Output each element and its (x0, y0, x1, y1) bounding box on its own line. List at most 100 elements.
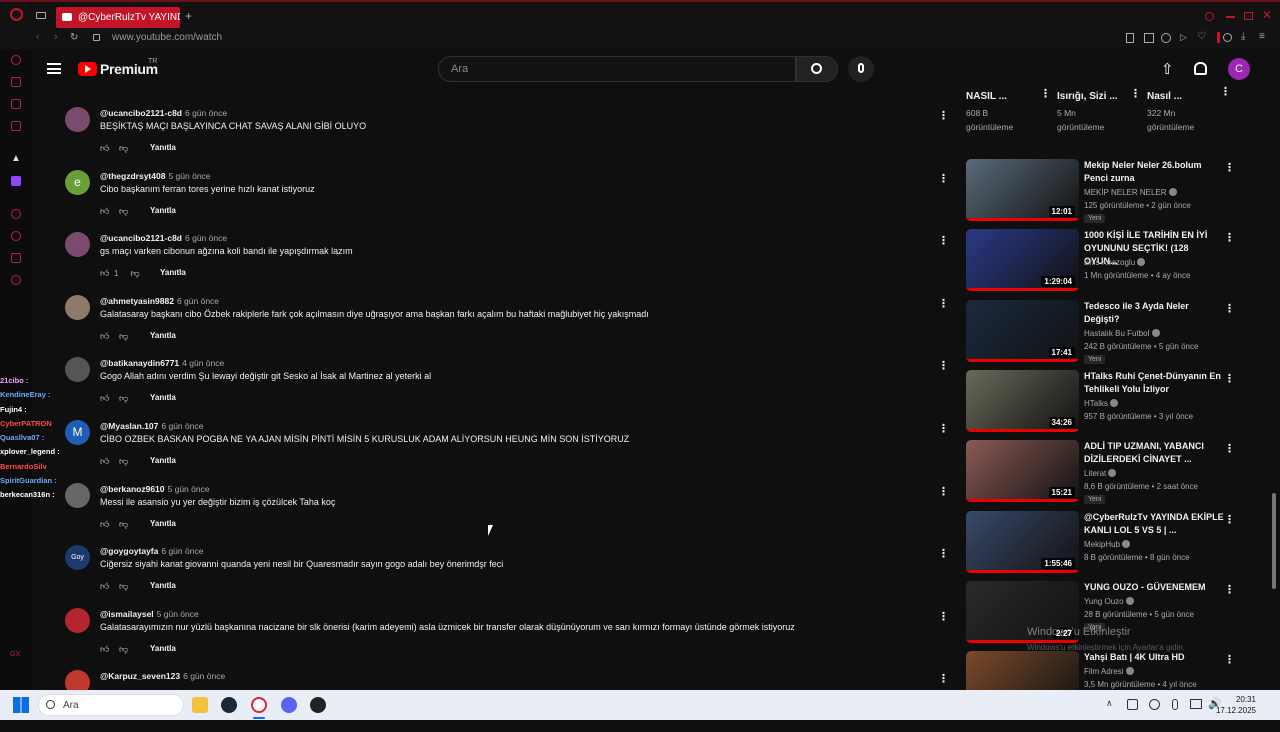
comment-author-name[interactable]: @batikanaydin6771 (100, 358, 179, 368)
short-title[interactable]: Nasıl ... (1147, 91, 1182, 102)
more-options-icon[interactable]: ⋮ (1224, 583, 1235, 596)
more-options-icon[interactable]: ⋮ (938, 422, 949, 435)
more-options-icon[interactable]: ⋮ (1224, 231, 1235, 244)
messenger-icon[interactable] (11, 99, 21, 109)
minimize-button[interactable] (1226, 16, 1235, 18)
comment-time[interactable]: 4 gün önce (182, 358, 224, 368)
channel-name[interactable]: MekipHub (1084, 539, 1131, 549)
reply-button[interactable]: Yanıtla (150, 393, 176, 402)
channel-name-text[interactable]: Film Adresi (1084, 667, 1124, 676)
tray-app-icon[interactable] (1127, 699, 1138, 710)
more-options-icon[interactable]: ⋮ (938, 172, 949, 185)
short-title[interactable]: Isırığı, Sizi ... (1057, 91, 1118, 102)
channel-name[interactable]: Hastalık Bu Futbol (1084, 328, 1160, 338)
channel-name[interactable]: Literat (1084, 469, 1117, 478)
reply-button[interactable]: Yanıtla (150, 331, 176, 340)
network-icon[interactable] (1149, 699, 1160, 710)
comment-author[interactable]: @Karpuz_seven123 6 gün önce (100, 671, 225, 681)
reply-button[interactable]: Yanıtla (150, 644, 176, 653)
comment-author-name[interactable]: @ismailaysel (100, 609, 154, 619)
taskbar-search-input[interactable]: Ara (38, 694, 184, 716)
video-thumbnail[interactable]: 12:01 (966, 159, 1079, 221)
settings-icon[interactable] (11, 275, 21, 285)
dislike-icon[interactable]: 👎︎ (119, 644, 129, 655)
menu-icon[interactable]: ≡ (1259, 31, 1265, 42)
wallet-icon[interactable] (11, 77, 21, 87)
file-explorer-icon[interactable] (192, 697, 208, 713)
dislike-icon[interactable]: 👎︎ (119, 331, 129, 342)
gx-corner-icon[interactable] (11, 121, 21, 131)
heart-icon[interactable]: ♡ (1197, 31, 1206, 42)
dislike-icon[interactable]: 👎︎ (119, 581, 129, 592)
video-title[interactable]: ADLİ TIP UZMANI, YABANCI DİZİLERDEKİ CİN… (1084, 440, 1224, 466)
more-options-icon[interactable]: ⋮ (1224, 653, 1235, 666)
clock[interactable]: 20:31 17.12.2025 (1216, 694, 1256, 716)
channel-name-text[interactable]: Enis Kirazoglu (1084, 258, 1135, 267)
commenter-avatar[interactable]: e (65, 169, 90, 195)
related-video-item[interactable]: 17:41 Tedesco ile 3 Ayda Neler Değişti? Ha… (966, 299, 1266, 364)
voice-search-button[interactable] (848, 56, 874, 82)
dislike-icon[interactable]: 👎︎ (130, 268, 140, 279)
more-options-icon[interactable]: ⋮ (1040, 87, 1051, 100)
comment-time[interactable]: 6 gün önce (161, 421, 203, 431)
play-circle-icon[interactable] (11, 209, 21, 219)
dislike-icon[interactable]: 👎︎ (119, 393, 129, 404)
reply-button[interactable]: Yanıtla (150, 456, 176, 465)
commenter-avatar[interactable] (65, 607, 90, 633)
reply-button[interactable]: Yanıtla (150, 581, 176, 590)
related-video-item[interactable]: 1:29:04 1000 KİŞİ İLE TARİHİN EN İYİ OYUN… (966, 229, 1266, 293)
comment-time[interactable]: 5 gün önce (168, 171, 210, 181)
comment-author[interactable]: @ismailaysel 5 gün önce (100, 609, 199, 619)
commenter-avatar[interactable] (65, 294, 90, 320)
comment-author-name[interactable]: @ahmetyasin9882 (100, 296, 174, 306)
aria-icon[interactable] (11, 55, 21, 65)
comment-time[interactable]: 5 gün önce (157, 609, 199, 619)
commenter-avatar[interactable]: M (65, 420, 90, 445)
comment-author[interactable]: @ucancibo2121-c8d 6 gün önce (100, 108, 227, 118)
channel-name[interactable]: Enis Kirazoglu (1084, 258, 1146, 267)
comment-time[interactable]: 6 gün önce (177, 296, 219, 306)
reply-button[interactable]: Yanıtla (160, 268, 186, 277)
comment-author-name[interactable]: @ucancibo2121-c8d (100, 233, 182, 243)
account-icon[interactable] (1223, 33, 1232, 42)
video-thumbnail[interactable]: 15:21 (966, 440, 1079, 503)
related-video-item[interactable]: 12:01 Mekip Neler Neler 26.bolum Penci zu… (966, 159, 1266, 223)
more-options-icon[interactable]: ⋮ (1220, 85, 1231, 98)
more-options-icon[interactable]: ⋮ (1224, 372, 1235, 385)
related-video-item[interactable]: 1:55:46 @CyberRulzTv YAYINDA EKİPLE KANLI… (966, 510, 1266, 575)
comment-author-name[interactable]: @berkanoz9610 (100, 484, 165, 494)
comment-author[interactable]: @batikanaydin6771 4 gün önce (100, 358, 224, 368)
channel-name-text[interactable]: Hastalık Bu Futbol (1084, 329, 1149, 338)
more-options-icon[interactable]: ⋮ (1224, 302, 1235, 315)
like-icon[interactable]: 👍︎ (100, 206, 110, 217)
video-title[interactable]: @CyberRulzTv YAYINDA EKİPLE KANLI LOL 5 … (1084, 511, 1224, 537)
dislike-icon[interactable]: 👎︎ (119, 206, 129, 217)
channel-name-text[interactable]: HTalks (1084, 399, 1108, 408)
comment-author[interactable]: @thegzdrsyt408 5 gün önce (100, 171, 211, 181)
microphone-icon[interactable] (1172, 699, 1178, 710)
opera-gx-icon[interactable] (251, 697, 267, 713)
search-button[interactable] (796, 56, 838, 82)
channel-name-text[interactable]: Yung Ouzo (1084, 597, 1124, 606)
video-thumbnail[interactable]: 1:55:46 (966, 510, 1079, 573)
bookmark-icon[interactable] (1126, 33, 1134, 43)
snapshot-icon[interactable] (1144, 33, 1154, 43)
video-title[interactable]: YUNG OUZO - GÜVENEMEM (1084, 581, 1224, 594)
comment-time[interactable]: 5 gün önce (168, 484, 210, 494)
more-options-icon[interactable]: ⋮ (1224, 442, 1235, 455)
extensions-sidebar-icon[interactable] (11, 253, 21, 263)
comment-author-name[interactable]: @ucancibo2121-c8d (100, 108, 182, 118)
discord-icon[interactable] (281, 697, 297, 713)
url-field[interactable]: www.youtube.com/watch (112, 32, 222, 43)
browser-tab-active[interactable]: @CyberRulzTv YAYINDA (56, 7, 180, 28)
more-options-icon[interactable]: ⋮ (938, 109, 949, 122)
new-tab-button[interactable]: + (185, 9, 192, 23)
comment-author[interactable]: @goygoytayfa 6 gün önce (100, 546, 203, 556)
twitch-icon[interactable] (11, 176, 21, 186)
comment-author[interactable]: @berkanoz9610 5 gün önce (100, 484, 210, 494)
media-icon[interactable] (1217, 32, 1220, 43)
comment-author-name[interactable]: @Karpuz_seven123 (100, 671, 180, 681)
commenter-avatar[interactable] (65, 482, 90, 508)
forward-icon[interactable]: › (54, 31, 58, 43)
like-icon[interactable]: 👍︎ (100, 519, 110, 530)
